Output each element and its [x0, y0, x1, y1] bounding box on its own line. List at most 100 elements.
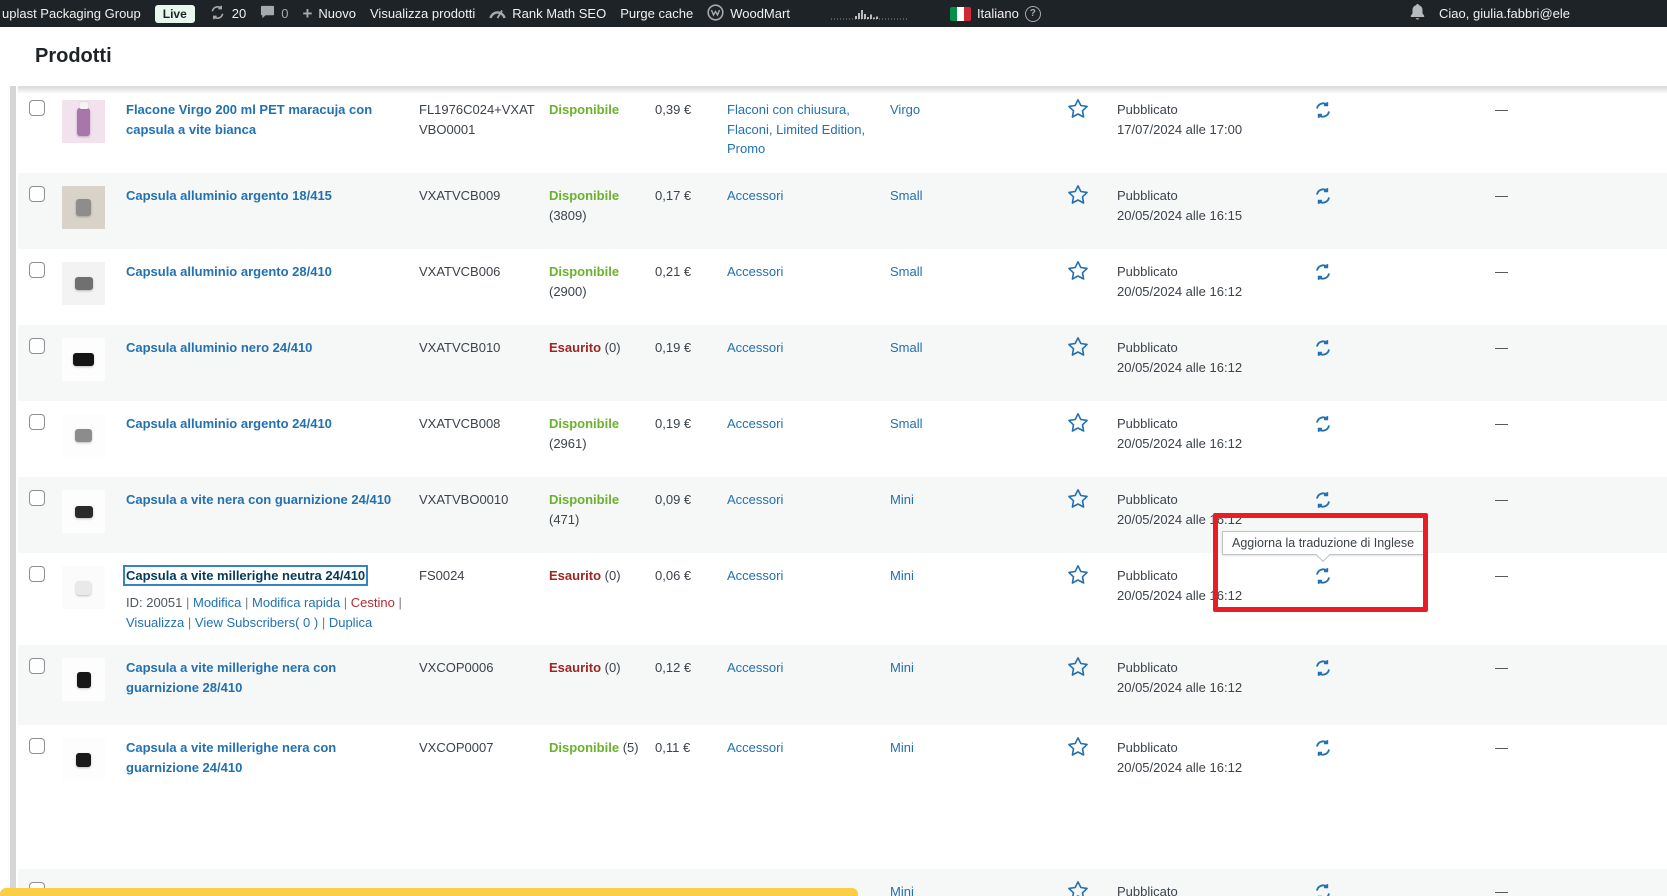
category-link[interactable]: Accessori [727, 416, 783, 431]
new-content-menu[interactable]: + Nuovo [295, 0, 363, 27]
featured-star-button[interactable] [1067, 488, 1089, 515]
row-action-cestino[interactable]: Cestino [351, 595, 395, 610]
featured-star-button[interactable] [1067, 880, 1089, 896]
product-name-link[interactable]: Capsula a vite nera con guarnizione 24/4… [126, 492, 391, 507]
featured-star-button[interactable] [1067, 564, 1089, 591]
account-menu[interactable]: Ciao, giulia.fabbri@ele [1439, 6, 1667, 21]
row-select-checkbox[interactable] [29, 262, 45, 278]
product-thumbnail[interactable] [62, 566, 105, 609]
row-action-modifica[interactable]: Modifica [193, 595, 241, 610]
language-switcher[interactable]: Italiano ? [943, 0, 1048, 27]
product-thumbnail[interactable] [62, 262, 105, 305]
featured-star-button[interactable] [1067, 412, 1089, 439]
row-action-view-subscribers-0[interactable]: View Subscribers( 0 ) [195, 615, 318, 630]
comments-count: 0 [281, 6, 289, 21]
table-row: Mini Pubblicato — [18, 869, 1667, 896]
update-translation-button[interactable] [1313, 738, 1333, 764]
update-translation-button[interactable] [1313, 338, 1333, 364]
update-translation-button[interactable] [1313, 186, 1333, 212]
category-link[interactable]: Accessori [727, 340, 783, 355]
comments-menu[interactable]: 0 [253, 0, 295, 27]
category-link[interactable]: Promo [727, 141, 765, 156]
tag-link[interactable]: Mini [890, 884, 914, 896]
tag-link[interactable]: Mini [890, 492, 914, 507]
notifications-bell-icon[interactable] [1410, 3, 1425, 24]
category-link[interactable]: Accessori [727, 660, 783, 675]
update-translation-button[interactable] [1313, 882, 1333, 896]
featured-star-button[interactable] [1067, 656, 1089, 683]
product-price: 0,09 € [655, 492, 692, 507]
update-translation-button[interactable] [1313, 658, 1333, 684]
update-translation-button[interactable] [1313, 490, 1333, 516]
product-thumbnail[interactable] [62, 658, 105, 701]
product-thumbnail[interactable] [62, 100, 105, 143]
row-select-checkbox[interactable] [29, 100, 45, 116]
woodmart-menu[interactable]: WoodMart [700, 0, 797, 27]
product-name-link[interactable]: Capsula a vite millerighe neutra 24/410 [122, 565, 369, 586]
tag-link[interactable]: Small [890, 416, 923, 431]
stats-sparkline-icon[interactable] [823, 0, 915, 27]
tag-link[interactable]: Mini [890, 740, 914, 755]
view-products-link[interactable]: Visualizza prodotti [363, 0, 482, 27]
row-action-duplica[interactable]: Duplica [329, 615, 372, 630]
product-thumbnail[interactable] [62, 186, 105, 229]
category-link[interactable]: Limited Edition [776, 122, 861, 137]
product-name-link[interactable]: Capsula a vite millerighe nera con guarn… [126, 740, 336, 775]
category-link[interactable]: Accessori [727, 740, 783, 755]
row-select-checkbox[interactable] [29, 566, 45, 582]
product-name-link[interactable]: Capsula alluminio argento 18/415 [126, 188, 332, 203]
purge-cache-label: Purge cache [620, 6, 694, 21]
category-link[interactable]: Accessori [727, 568, 783, 583]
updates-menu[interactable]: 20 [202, 0, 253, 27]
tag-link[interactable]: Virgo [890, 102, 920, 117]
row-select-checkbox[interactable] [29, 338, 45, 354]
update-translation-button[interactable] [1313, 566, 1333, 592]
category-link[interactable]: Flaconi con chiusura [727, 102, 846, 117]
featured-star-button[interactable] [1067, 336, 1089, 363]
help-icon[interactable]: ? [1024, 5, 1041, 22]
publish-date: Pubblicato 20/05/2024 alle 16:12 [1117, 264, 1243, 299]
site-name-menu[interactable]: uplast Packaging Group [0, 0, 148, 27]
stock-status: Esaurito (0) [549, 568, 621, 583]
collapsed-sidebar-rail [10, 86, 16, 896]
tag-link[interactable]: Mini [890, 660, 914, 675]
tag-link[interactable]: Mini [890, 568, 914, 583]
tag-link[interactable]: Small [890, 188, 923, 203]
category-link[interactable]: Accessori [727, 264, 783, 279]
category-link[interactable]: Accessori [727, 492, 783, 507]
product-name-link[interactable]: Flacone Virgo 200 ml PET maracuja con ca… [126, 102, 372, 137]
product-thumbnail[interactable] [62, 338, 105, 381]
product-thumbnail[interactable] [62, 738, 105, 781]
row-action-visualizza[interactable]: Visualizza [126, 615, 184, 630]
product-name-link[interactable]: Capsula a vite millerighe nera con guarn… [126, 660, 336, 695]
purge-cache-button[interactable]: Purge cache [613, 0, 700, 27]
update-translation-button[interactable] [1313, 100, 1333, 126]
row-select-checkbox[interactable] [29, 738, 45, 754]
product-sku: VXATVCB010 [419, 340, 501, 355]
row-select-checkbox[interactable] [29, 414, 45, 430]
product-image [76, 671, 91, 688]
row-action-modifica-rapida[interactable]: Modifica rapida [252, 595, 340, 610]
category-link[interactable]: Accessori [727, 188, 783, 203]
category-link[interactable]: Flaconi [727, 122, 769, 137]
row-select-checkbox[interactable] [29, 490, 45, 506]
update-translation-button[interactable] [1313, 414, 1333, 440]
rank-math-menu[interactable]: Rank Math SEO [482, 0, 613, 27]
featured-star-button[interactable] [1067, 98, 1089, 125]
row-select-checkbox[interactable] [29, 186, 45, 202]
tag-link[interactable]: Small [890, 340, 923, 355]
featured-star-button[interactable] [1067, 184, 1089, 211]
featured-star-button[interactable] [1067, 260, 1089, 287]
featured-star-button[interactable] [1067, 736, 1089, 763]
product-thumbnail[interactable] [62, 414, 105, 457]
product-name-link[interactable]: Capsula alluminio nero 24/410 [126, 340, 312, 355]
row-select-checkbox[interactable] [29, 658, 45, 674]
product-categories: Accessori [727, 338, 890, 358]
empty-cell: — [1495, 188, 1508, 203]
product-name-link[interactable]: Capsula alluminio argento 24/410 [126, 416, 332, 431]
row-select-checkbox[interactable] [29, 882, 45, 896]
update-translation-button[interactable] [1313, 262, 1333, 288]
tag-link[interactable]: Small [890, 264, 923, 279]
product-thumbnail[interactable] [62, 490, 105, 533]
product-name-link[interactable]: Capsula alluminio argento 28/410 [126, 264, 332, 279]
